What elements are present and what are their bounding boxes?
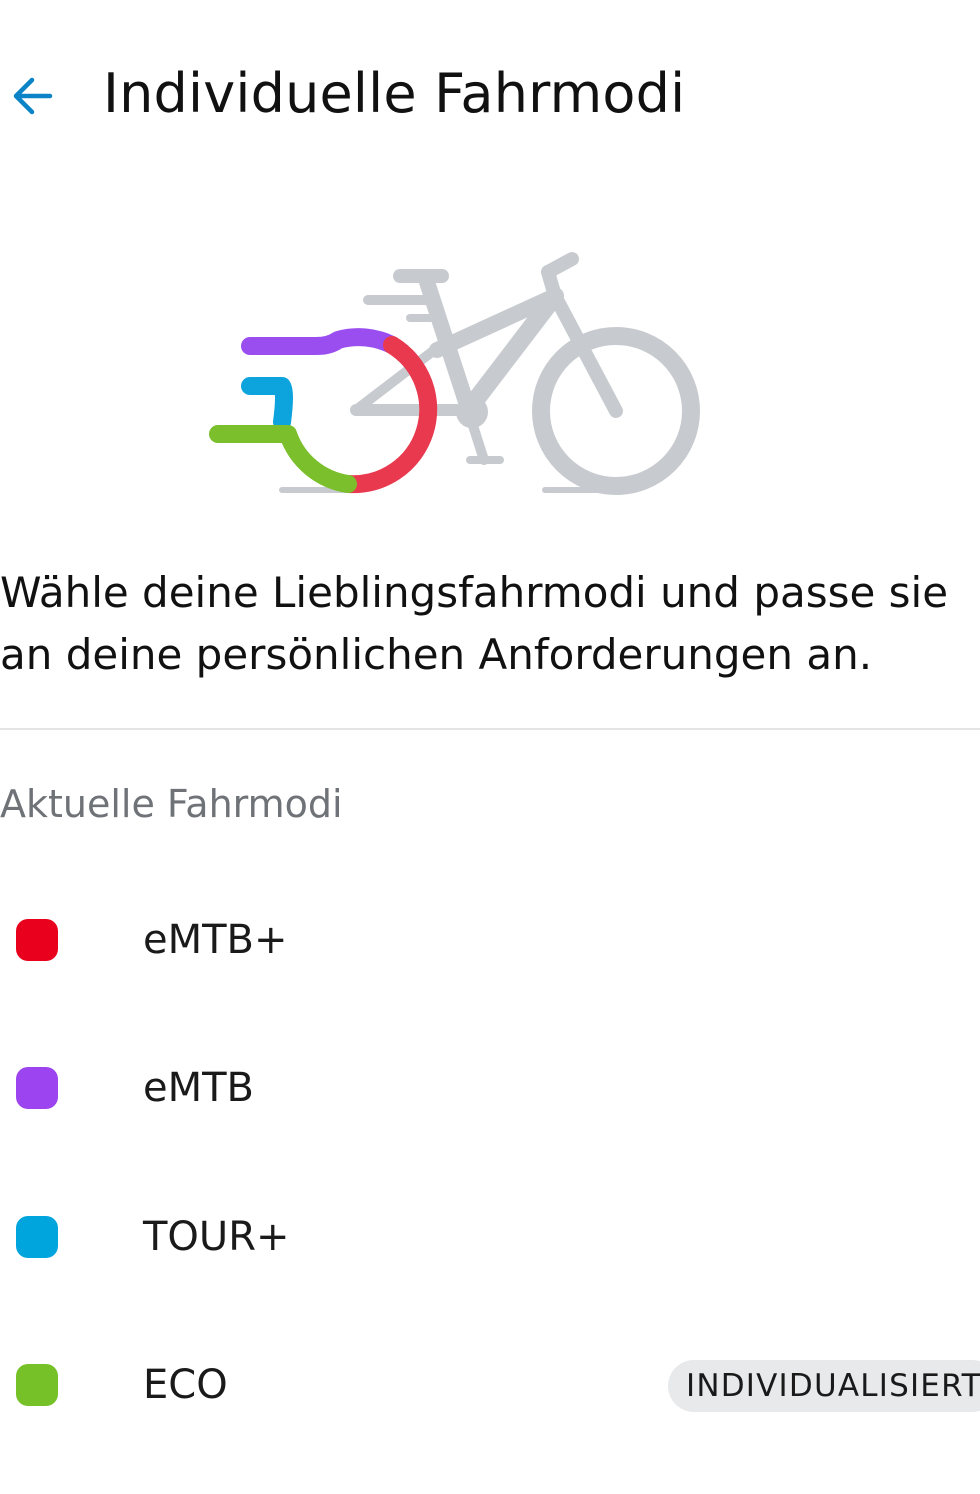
mode-label: eMTB+ xyxy=(143,917,288,963)
intro-line-2: an deine persönlichen Anforderungen an. xyxy=(0,630,873,679)
mode-row-eco[interactable]: ECO INDIVIDUALISIERT xyxy=(0,1325,980,1445)
mode-color-dot xyxy=(16,1216,58,1258)
app-header: Individuelle Fahrmodi xyxy=(0,0,980,190)
ebike-mode-illustration xyxy=(209,252,700,495)
mode-color-dot xyxy=(16,919,58,961)
section-label: Aktuelle Fahrmodi xyxy=(0,782,343,826)
intro-line-1: Wähle deine Lieblingsfahrmodi und passe … xyxy=(0,568,949,617)
mode-color-dot xyxy=(16,1067,58,1109)
arrow-left-icon xyxy=(13,77,53,115)
mode-color-dot xyxy=(16,1364,58,1406)
customized-badge-label: INDIVIDUALISIERT xyxy=(686,1368,980,1404)
mode-row-emtb-plus[interactable]: eMTB+ xyxy=(0,880,980,1000)
mode-label: eMTB xyxy=(143,1065,254,1111)
mode-label: ECO xyxy=(143,1362,228,1408)
page-title: Individuelle Fahrmodi xyxy=(103,62,686,125)
divider xyxy=(0,728,980,730)
mode-label: TOUR+ xyxy=(143,1214,290,1260)
intro-text: Wähle deine Lieblingsfahrmodi und passe … xyxy=(0,562,970,686)
back-button[interactable] xyxy=(0,62,64,130)
customized-badge: INDIVIDUALISIERT xyxy=(668,1360,980,1412)
mode-row-tour-plus[interactable]: TOUR+ xyxy=(0,1177,980,1297)
mode-row-emtb[interactable]: eMTB xyxy=(0,1028,980,1148)
